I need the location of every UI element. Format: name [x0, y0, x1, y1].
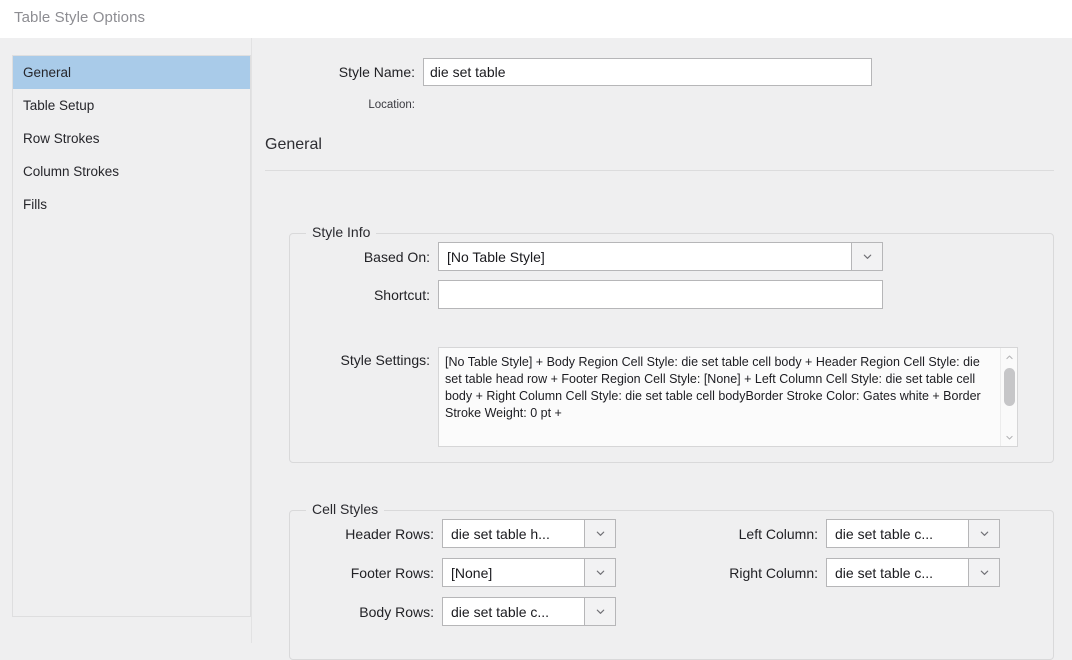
left-column-label: Left Column:	[738, 525, 818, 542]
footer-rows-select[interactable]: [None]	[442, 558, 616, 587]
footer-rows-row: Footer Rows: [None]	[306, 558, 616, 587]
chevron-down-glyph	[596, 609, 604, 614]
chevron-down-glyph	[1006, 435, 1013, 439]
chevron-down-icon[interactable]	[1001, 429, 1018, 445]
based-on-select[interactable]: [No Table Style]	[438, 242, 883, 271]
chevron-down-glyph	[863, 254, 871, 259]
cell-styles-group-title: Cell Styles	[306, 501, 385, 517]
header-rows-value: die set table h...	[442, 519, 584, 548]
footer-rows-label: Footer Rows:	[350, 564, 434, 581]
page-title: General	[265, 136, 322, 153]
dialog-title: Table Style Options	[14, 9, 146, 26]
style-name-label: Style Name:	[338, 64, 415, 80]
shortcut-row: Shortcut:	[330, 280, 883, 309]
based-on-value: [No Table Style]	[438, 242, 851, 271]
chevron-up-icon[interactable]	[1001, 349, 1018, 365]
category-list: General Table Setup Row Strokes Column S…	[12, 55, 251, 617]
chevron-down-glyph	[980, 531, 988, 536]
chevron-down-icon[interactable]	[968, 519, 1000, 548]
chevron-down-icon[interactable]	[584, 558, 616, 587]
sidebar-item-general[interactable]: General	[13, 56, 250, 89]
style-settings-text: [No Table Style] + Body Region Cell Styl…	[445, 355, 981, 420]
right-column-select[interactable]: die set table c...	[826, 558, 1000, 587]
dialog-titlebar: Table Style Options	[0, 0, 1072, 38]
panel-divider	[251, 38, 252, 643]
header-rows-select[interactable]: die set table h...	[442, 519, 616, 548]
body-rows-value: die set table c...	[442, 597, 584, 626]
shortcut-input[interactable]	[438, 280, 883, 309]
body-rows-select[interactable]: die set table c...	[442, 597, 616, 626]
chevron-down-icon[interactable]	[584, 519, 616, 548]
header-rows-label: Header Rows:	[345, 525, 434, 542]
header-rows-row: Header Rows: die set table h...	[306, 519, 616, 548]
body-rows-row: Body Rows: die set table c...	[306, 597, 616, 626]
section-divider	[265, 170, 1054, 171]
footer-rows-value: [None]	[442, 558, 584, 587]
chevron-down-glyph	[596, 570, 604, 575]
chevron-down-glyph	[980, 570, 988, 575]
style-name-row: Style Name: die set table	[310, 58, 872, 86]
scrollbar-thumb[interactable]	[1004, 368, 1015, 406]
style-name-input[interactable]: die set table	[423, 58, 872, 86]
right-column-row: Right Column: die set table c...	[688, 558, 1000, 587]
body-rows-label: Body Rows:	[359, 603, 434, 620]
sidebar-item-table-setup[interactable]: Table Setup	[13, 89, 250, 122]
sidebar-item-row-strokes[interactable]: Row Strokes	[13, 122, 250, 155]
chevron-down-icon[interactable]	[584, 597, 616, 626]
left-column-value: die set table c...	[826, 519, 968, 548]
location-row: Location:	[310, 99, 723, 111]
right-column-value: die set table c...	[826, 558, 968, 587]
style-settings-box: [No Table Style] + Body Region Cell Styl…	[438, 347, 1018, 447]
table-style-options-dialog: Table Style Options General Table Setup …	[0, 0, 1072, 660]
chevron-down-icon[interactable]	[851, 242, 883, 271]
left-column-select[interactable]: die set table c...	[826, 519, 1000, 548]
sidebar-item-fills[interactable]: Fills	[13, 188, 250, 221]
based-on-label: Based On:	[363, 248, 430, 265]
location-label: Location:	[368, 99, 415, 111]
right-column-label: Right Column:	[729, 564, 818, 581]
style-info-group-title: Style Info	[306, 224, 377, 240]
chevron-down-icon[interactable]	[968, 558, 1000, 587]
sidebar-item-column-strokes[interactable]: Column Strokes	[13, 155, 250, 188]
left-column-row: Left Column: die set table c...	[688, 519, 1000, 548]
chevron-down-glyph	[596, 531, 604, 536]
shortcut-label: Shortcut:	[373, 286, 430, 303]
style-settings-scrollbar[interactable]	[1000, 348, 1017, 446]
style-settings-row: Style Settings:	[304, 352, 431, 368]
chevron-up-glyph	[1006, 355, 1013, 359]
style-settings-label: Style Settings:	[340, 352, 431, 368]
based-on-row: Based On: [No Table Style]	[330, 242, 883, 271]
